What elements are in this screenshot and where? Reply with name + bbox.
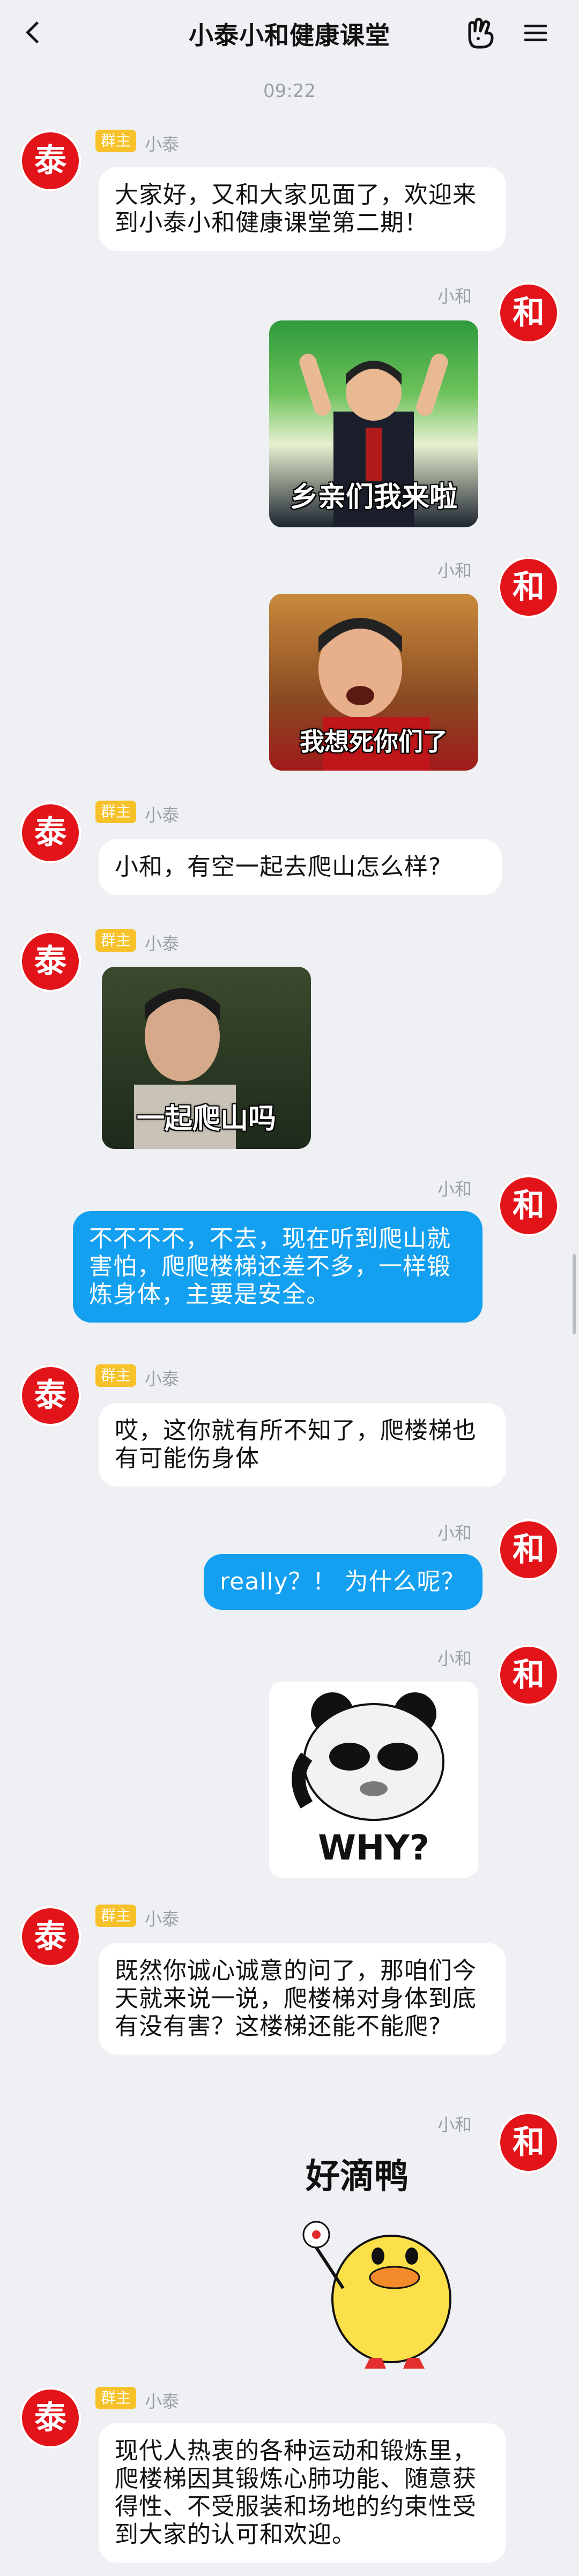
message-bubble[interactable]: 大家好，又和大家见面了，欢迎来到小泰小和健康课堂第二期！ [99,167,506,251]
message-bubble[interactable]: 哎，这你就有所不知了，爬楼梯也有可能伤身体 [99,1403,506,1487]
sticker-caption: 好滴鸭 [306,2157,409,2197]
image-caption: 一起爬山吗 [136,1103,276,1135]
avatar-he[interactable]: 和 [498,282,560,344]
avatar-tai[interactable]: 泰 [19,1364,81,1427]
sender-name: 小和 [437,1648,472,1669]
sender-name: 小泰 [145,1369,180,1389]
meme-image[interactable]: 一起爬山吗 [102,967,311,1149]
avatar-he[interactable]: 和 [498,1175,560,1237]
message-bubble-outgoing[interactable]: really？！ 为什么呢？ [204,1554,482,1610]
avatar-he[interactable]: 和 [498,556,560,618]
owner-badge: 群主 [95,1364,137,1387]
avatar-he[interactable]: 和 [498,2111,560,2174]
meme-image[interactable]: 乡亲们我来啦 [269,320,478,527]
owner-badge: 群主 [95,801,137,823]
owner-badge: 群主 [95,929,137,952]
avatar-he[interactable]: 和 [498,1644,560,1706]
sender-name: 小和 [437,1179,472,1199]
message-bubble[interactable]: 现代人热衷的各种运动和锻炼里，爬楼梯因其锻炼心肺功能、随意获得性、不受服装和场地… [99,2423,506,2563]
sender-name: 小泰 [145,134,180,154]
avatar-tai[interactable]: 泰 [19,130,81,192]
sticker-image[interactable]: 好滴鸭 [284,2149,482,2369]
meme-image[interactable]: 我想死你们了 [269,594,478,771]
message-bubble-outgoing[interactable]: 不不不不，不去，现在听到爬山就害怕，爬爬楼梯还差不多，一样锻炼身体，主要是安全。 [73,1211,482,1323]
meme-image[interactable]: WHY? [269,1682,478,1878]
avatar-tai[interactable]: 泰 [19,2387,81,2449]
sender-name: 小泰 [145,2391,180,2411]
sender-name: 小和 [437,561,472,581]
message-bubble[interactable]: 小和，有空一起去爬山怎么样? [99,839,502,895]
sender-name: 小和 [437,1523,472,1543]
top-bar: 小泰小和健康课堂 [0,0,579,66]
timestamp: 09:22 [263,80,316,102]
image-caption: 我想死你们了 [300,727,448,756]
avatar-he[interactable]: 和 [498,1519,560,1581]
menu-icon[interactable] [520,18,550,48]
owner-badge: 群主 [95,1905,137,1927]
owner-badge: 群主 [95,130,137,152]
avatar-tai[interactable]: 泰 [19,1906,81,1968]
avatar-tai[interactable]: 泰 [19,802,81,864]
message-bubble[interactable]: 既然你诚心诚意的问了，那咱们今天就来说一说，爬楼梯对身体到底有没有害？这楼梯还能… [99,1943,506,2055]
sender-name: 小泰 [145,1909,180,1929]
sender-name: 小泰 [145,934,180,954]
sender-name: 小和 [437,286,472,307]
owner-badge: 群主 [95,2387,137,2409]
avatar-tai[interactable]: 泰 [19,930,81,992]
hand-gesture-icon[interactable] [461,15,498,51]
image-caption: 乡亲们我来啦 [290,481,457,513]
sender-name: 小泰 [145,805,180,825]
image-caption: WHY? [318,1828,429,1868]
scrollbar[interactable] [573,1254,576,1334]
sender-name: 小和 [437,2115,472,2135]
